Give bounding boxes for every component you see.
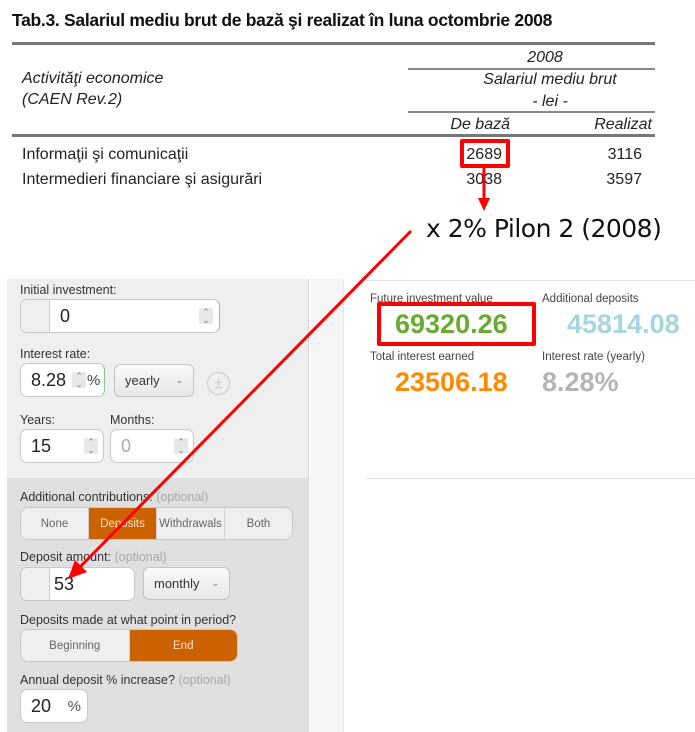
diagonal-arrow (68, 229, 413, 579)
short-down-arrow (478, 168, 490, 211)
annotation-arrows (68, 168, 490, 579)
